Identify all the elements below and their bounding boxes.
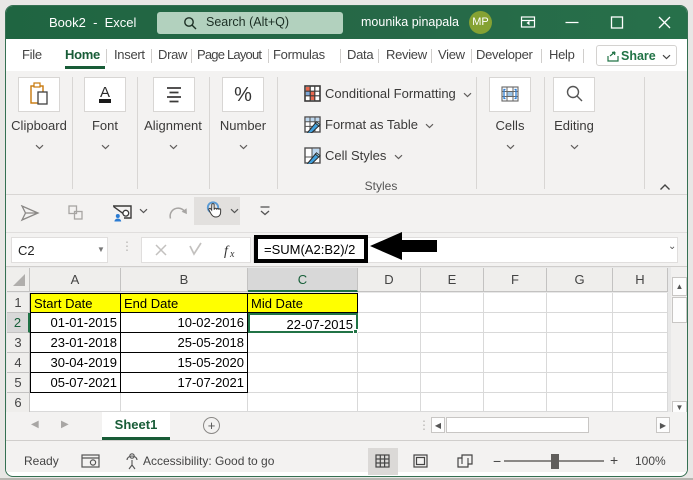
svg-text:x: x xyxy=(229,249,235,260)
svg-text:A: A xyxy=(100,84,110,101)
svg-text:%: % xyxy=(234,84,252,106)
